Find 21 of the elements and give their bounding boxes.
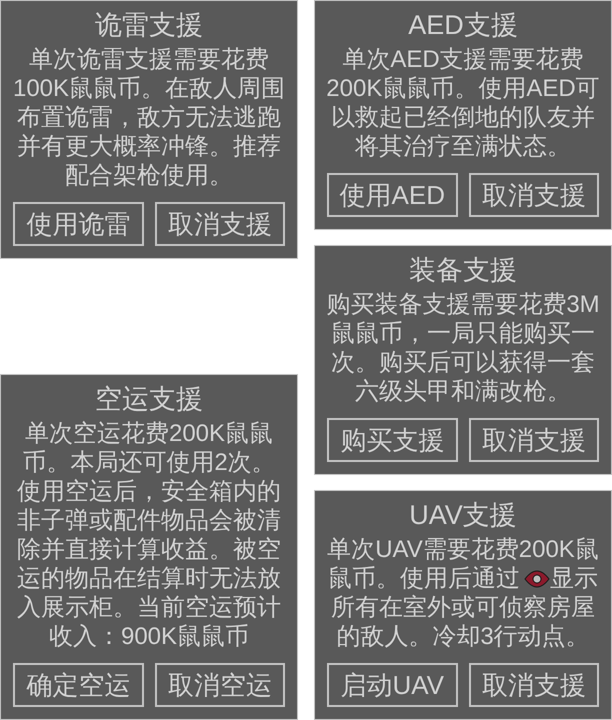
card-title: AED支援	[407, 9, 519, 42]
cancel-button[interactable]: 取消支援	[154, 202, 285, 246]
eye-icon	[524, 570, 550, 588]
confirm-button[interactable]: 启动UAV	[327, 663, 458, 707]
card-description: 购买装备支援需要花费3M鼠鼠币，一局只能购买一次。购买后可以获得一套六级头甲和满改枪。	[325, 290, 601, 406]
cancel-button[interactable]: 取消支援	[468, 663, 599, 707]
confirm-button[interactable]: 使用诡雷	[13, 202, 144, 246]
card-description: 单次空运花费200K鼠鼠币。本局还可使用2次。使用空运后，安全箱内的非子弹或配件物品会被清除并直接计算收益。被空运的物品在结算时无法放入展示柜。当前空运预计收入：900K鼠鼠币	[16, 419, 282, 651]
confirm-button[interactable]: 购买支援	[327, 418, 458, 462]
card-title: 装备支援	[408, 254, 518, 287]
card-description: 单次AED支援需要花费200K鼠鼠币。使用AED可以救起已经倒地的队友并将其治疗至满状态。	[325, 45, 601, 161]
card-title: UAV支援	[408, 499, 518, 532]
card-description: 单次UAV需要花费200K鼠鼠币。使用后通过 显示所有在室外或可侦察房屋的敌人。冷却3行动点。	[326, 535, 600, 651]
card-description: 单次诡雷支援需要花费100K鼠鼠币。在敌人周围布置诡雷，敌方无法逃跑并有更大概率冲锋。推荐配合架枪使用。	[12, 45, 286, 190]
cancel-button[interactable]: 取消支援	[468, 173, 599, 217]
confirm-button[interactable]: 使用AED	[327, 173, 458, 217]
cancel-button[interactable]: 取消支援	[468, 418, 599, 462]
card-title: 诡雷支援	[94, 9, 204, 42]
card-title: 空运支援	[94, 383, 204, 416]
confirm-button[interactable]: 确定空运	[13, 663, 144, 707]
cancel-button[interactable]: 取消空运	[154, 663, 285, 707]
